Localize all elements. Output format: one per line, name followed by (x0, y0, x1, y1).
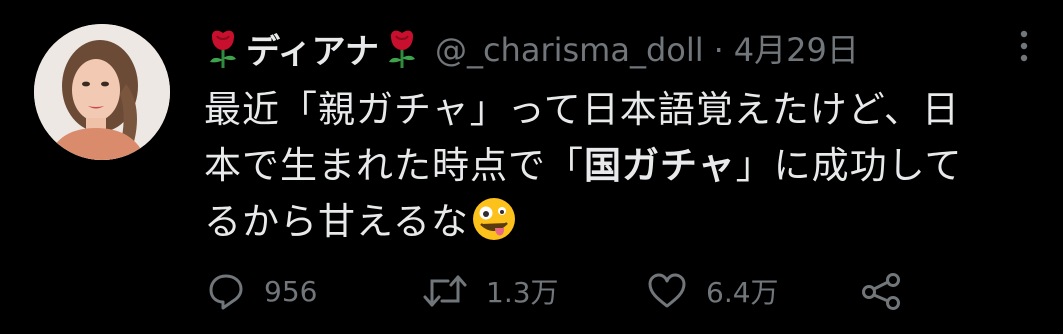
share-button[interactable] (860, 268, 922, 314)
text-segment: 本で生まれた時点で「 (204, 144, 584, 187)
avatar[interactable] (34, 24, 170, 160)
separator: · (713, 31, 724, 69)
tweet-text-line: るから甘えるな (204, 194, 1034, 250)
heart-icon (648, 273, 686, 308)
tweet-text: 最近「親ガチャ」って日本語覚えたけど、日 本で生まれた時点で「国ガチャ」に成功し… (204, 82, 1034, 250)
display-name[interactable]: ディアナ (246, 24, 379, 73)
user-handle[interactable]: @_charisma_doll (435, 31, 704, 69)
zany-face-emoji (471, 196, 517, 242)
reply-icon (209, 274, 243, 310)
rose-icon (206, 28, 240, 68)
like-button[interactable]: 6.4万 (646, 268, 779, 314)
reply-button[interactable]: 956 (206, 268, 317, 314)
rose-icon (385, 28, 419, 68)
tweet-text-line: 本で生まれた時点で「国ガチャ」に成功して (204, 138, 1034, 194)
tweet-text-line: 最近「親ガチャ」って日本語覚えたけど、日 (204, 88, 960, 131)
reply-count: 956 (264, 274, 318, 308)
text-segment: るから甘えるな (204, 200, 469, 243)
tweet-card[interactable]: ディアナ @_charisma_doll · 4月29日 最近「親ガチャ」って日本語… (0, 0, 1063, 334)
tweet-date[interactable]: 4月29日 (734, 31, 859, 69)
retweet-button[interactable]: 1.3万 (422, 268, 559, 314)
retweet-icon (423, 275, 467, 307)
more-options-icon[interactable] (1012, 26, 1036, 66)
retweet-count: 1.3万 (486, 276, 559, 309)
tweet-header: ディアナ @_charisma_doll · 4月29日 (206, 24, 859, 72)
share-icon (862, 273, 900, 310)
action-bar: 956 1.3万 6.4万 (206, 268, 926, 314)
text-segment: 」に成功して (735, 144, 963, 187)
bold-text-segment: 国ガチャ (584, 144, 736, 187)
like-count: 6.4万 (706, 276, 779, 309)
